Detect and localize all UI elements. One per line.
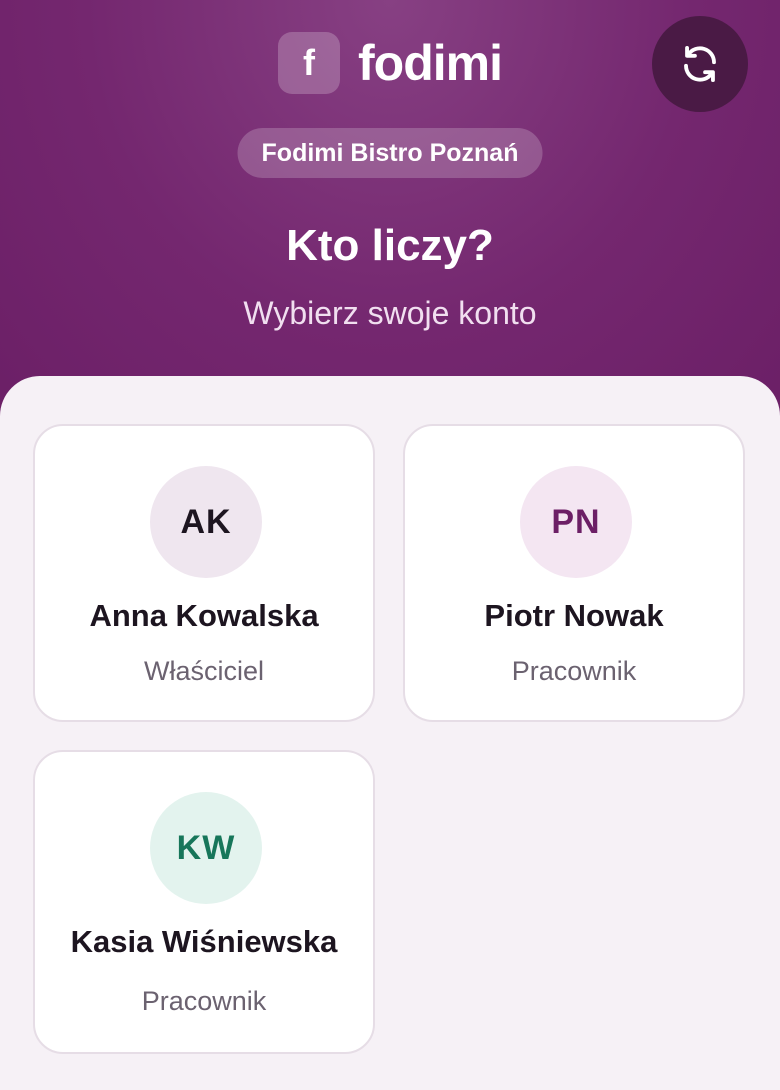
brand-mark-icon: f — [278, 32, 340, 94]
brand-name: fodimi — [358, 35, 503, 91]
account-role: Właściciel — [143, 656, 264, 686]
avatar: PN — [520, 466, 632, 578]
accounts-panel: AK Anna Kowalska Właściciel PN Piotr Now… — [0, 376, 780, 1090]
account-name: Kasia Wiśniewska — [70, 924, 338, 959]
avatar: AK — [150, 466, 262, 578]
avatar: KW — [150, 792, 262, 904]
account-name: Anna Kowalska — [89, 598, 319, 633]
page-title: Kto liczy? — [286, 221, 494, 270]
user-select-screen: f fodimi Fodimi Bistro Poznań Kto liczy?… — [0, 0, 780, 1090]
account-card-piotr-nowak[interactable]: PN Piotr Nowak Pracownik — [403, 424, 745, 722]
account-card-kasia-wisniewska[interactable]: KW Kasia Wiśniewska Pracownik — [33, 750, 375, 1054]
header: f fodimi Fodimi Bistro Poznań Kto liczy?… — [0, 0, 780, 430]
page-subtitle: Wybierz swoje konto — [243, 295, 537, 331]
refresh-button[interactable] — [652, 16, 748, 112]
account-name: Piotr Nowak — [484, 598, 664, 633]
location-badge: Fodimi Bistro Poznań — [237, 128, 543, 178]
account-card-anna-kowalska[interactable]: AK Anna Kowalska Właściciel — [33, 424, 375, 722]
refresh-icon — [684, 45, 716, 83]
account-role: Pracownik — [141, 986, 267, 1016]
account-role: Pracownik — [511, 656, 637, 686]
